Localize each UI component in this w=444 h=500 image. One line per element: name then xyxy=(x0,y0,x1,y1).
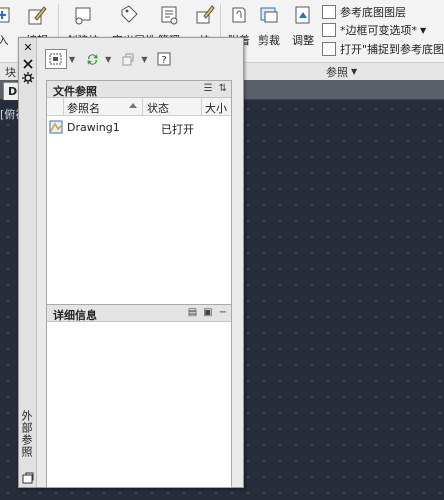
file-reference-row[interactable]: Drawing1 已打开 xyxy=(47,119,231,137)
column-divider xyxy=(63,98,64,116)
refresh-dropdown-icon[interactable]: ▼ xyxy=(105,55,111,64)
list-view-icon[interactable]: ☰ xyxy=(204,83,213,94)
clip-label: 剪裁 xyxy=(258,34,280,47)
block-icon xyxy=(196,5,215,24)
adjust-button[interactable]: 调整 xyxy=(286,2,320,47)
tree-view-icon[interactable]: ⇅ xyxy=(219,83,227,94)
svg-text:?: ? xyxy=(162,55,167,66)
column-divider xyxy=(142,98,143,116)
column-status[interactable]: 状态 xyxy=(147,100,169,116)
file-references-title: 文件参照 xyxy=(53,85,97,98)
snap-to-underlay-label: 打开"捕捉到参考底图"功 xyxy=(340,43,444,56)
attach-icon xyxy=(232,7,246,23)
reference-group-dropdown-icon[interactable]: ▼ xyxy=(351,67,357,76)
clip-button[interactable]: 剪裁 xyxy=(252,2,286,47)
close-icon[interactable]: ✕ xyxy=(22,42,34,54)
palette-title: 外部参照 xyxy=(20,410,33,458)
block-group-label: 块 xyxy=(5,66,16,79)
underlay-layers-icon xyxy=(322,5,336,19)
adjust-icon xyxy=(295,6,310,24)
details-view-icon[interactable]: ▤ xyxy=(188,307,197,318)
column-divider xyxy=(201,98,202,116)
file-references-panel: 文件参照 ☰ ⇅ 参照名 状态 大小 Drawing1 已打开 xyxy=(46,80,232,334)
attach-dwg-icon xyxy=(49,53,62,65)
collapse-icon[interactable]: − xyxy=(219,307,227,318)
attach-dropdown-icon[interactable]: ▼ xyxy=(69,55,75,64)
column-header-row: 参照名 状态 大小 xyxy=(47,98,231,116)
frame-variable-label: *边框可变选项* xyxy=(340,24,417,37)
create-block-icon xyxy=(75,7,91,25)
snap-to-underlay-button[interactable]: 打开"捕捉到参考底图"功 xyxy=(322,40,444,58)
details-panel: 详细信息 ▤ ▣ − xyxy=(46,304,232,488)
change-path-dropdown-icon[interactable]: ▼ xyxy=(141,55,147,64)
insert-label: 入 xyxy=(0,34,9,47)
reference-status: 已打开 xyxy=(161,123,194,136)
insert-button[interactable]: 入 xyxy=(0,2,20,47)
properties-gear-icon[interactable] xyxy=(22,72,34,84)
preview-image-icon[interactable]: ▣ xyxy=(203,307,212,318)
frame-variable-dropdown[interactable]: *边框可变选项* ▼ xyxy=(322,21,426,39)
column-size[interactable]: 大小 xyxy=(205,100,227,116)
adjust-label: 调整 xyxy=(292,34,314,47)
snap-icon xyxy=(322,42,336,56)
attach-dwg-button[interactable] xyxy=(45,49,67,69)
xref-palette-icon xyxy=(22,472,34,484)
external-references-palette: ✕ 外部参照 ▼ ▼ ▼ ? 文件参照 ☰ ⇅ 参照名 状态 大小 Drawin… xyxy=(18,37,244,488)
edit-attributes-icon xyxy=(28,6,47,25)
details-header: 详细信息 ▤ ▣ − xyxy=(47,305,231,322)
palette-title-strip[interactable]: ✕ 外部参照 xyxy=(19,38,37,487)
reference-name: Drawing1 xyxy=(67,121,120,134)
refresh-icon xyxy=(87,53,98,65)
help-button[interactable]: ? xyxy=(153,49,175,69)
change-path-icon xyxy=(122,53,134,65)
clip-icon xyxy=(260,7,278,23)
chevron-down-icon: ▼ xyxy=(420,25,427,35)
auto-hide-icon[interactable] xyxy=(22,58,34,70)
change-path-button[interactable] xyxy=(117,49,139,69)
underlay-layers-label: 参考底图图层 xyxy=(340,6,406,19)
help-icon: ? xyxy=(157,52,171,66)
underlay-layers-button[interactable]: 参考底图图层 xyxy=(322,3,406,21)
file-references-header: 文件参照 ☰ ⇅ xyxy=(47,81,231,98)
reference-group-label[interactable]: 参照 xyxy=(326,64,348,80)
details-title: 详细信息 xyxy=(53,309,97,322)
drawing-file-icon xyxy=(49,120,63,134)
palette-toolbar: ▼ ▼ ▼ ? xyxy=(45,48,177,70)
insert-icon xyxy=(0,7,10,23)
manage-icon xyxy=(161,6,178,25)
define-attributes-icon xyxy=(121,5,138,23)
frame-icon xyxy=(322,23,336,37)
column-ref-name[interactable]: 参照名 xyxy=(67,100,100,116)
sort-ascending-icon xyxy=(129,103,137,108)
refresh-button[interactable] xyxy=(81,49,103,69)
